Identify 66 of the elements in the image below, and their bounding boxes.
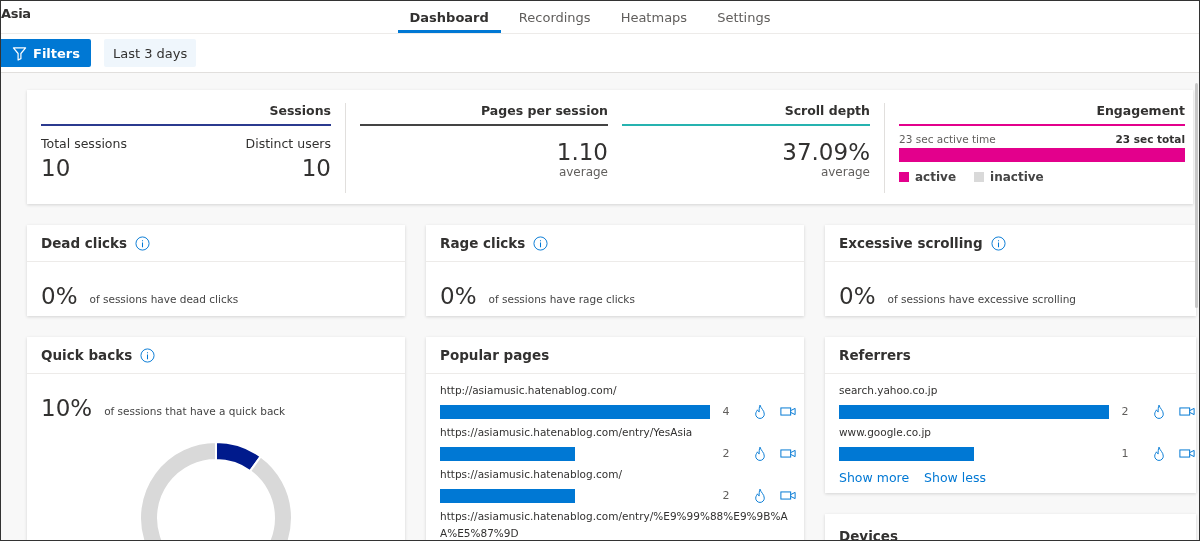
video-camera-icon[interactable]: [780, 406, 796, 417]
section-title: Engagement: [1095, 103, 1185, 120]
flame-icon[interactable]: [754, 445, 766, 462]
active-time: 23 sec active time: [899, 133, 996, 145]
project-name: Asia: [1, 5, 32, 21]
metric-value: 10%: [41, 395, 93, 421]
metric-description: of sessions have excessive scrolling: [887, 293, 1076, 305]
stat-value: 10: [41, 155, 72, 181]
page-url[interactable]: https://asiamusic.hatenablog.com/entry/YesAsia: [440, 424, 800, 441]
metric-value: 0%: [839, 283, 876, 309]
count-value: 1: [1120, 447, 1130, 460]
section-title: Scroll depth: [783, 103, 870, 120]
metric-description: of sessions that have a quick back: [104, 405, 286, 417]
flame-icon[interactable]: [754, 487, 766, 504]
card-title: Excessive scrolling: [839, 235, 983, 251]
nav-tab[interactable]: Heatmaps: [608, 1, 700, 33]
nav-tab[interactable]: Dashboard: [397, 1, 501, 33]
stat-label: Distinct users: [245, 136, 331, 151]
stat-value: 1.10: [555, 139, 608, 165]
filter-icon: [12, 45, 27, 61]
date-range-button[interactable]: Last 3 days: [104, 39, 197, 67]
card-title: Rage clicks: [440, 235, 526, 251]
card-title: Dead clicks: [41, 235, 128, 251]
card-title: Referrers: [839, 347, 911, 363]
scrollbar[interactable]: [1195, 83, 1198, 308]
filters-button[interactable]: Filters: [1, 39, 91, 67]
nav-tab[interactable]: Settings: [705, 1, 783, 33]
stat-value: 10: [300, 155, 331, 181]
page-url[interactable]: https://asiamusic.hatenablog.com/entry/%E9%99%88%E9%9B%AA%E5%87%9D: [440, 508, 800, 540]
info-icon[interactable]: [140, 347, 156, 363]
video-camera-icon[interactable]: [1179, 406, 1195, 417]
total-time: 23 sec total: [1115, 133, 1185, 145]
video-camera-icon[interactable]: [780, 448, 796, 459]
referrer-url[interactable]: search.yahoo.co.jp: [839, 382, 1192, 399]
metric-value: 0%: [440, 283, 477, 309]
legend-label: inactive: [990, 170, 1044, 184]
stat-label: Total sessions: [41, 136, 127, 151]
count-value: 2: [721, 447, 731, 460]
metric-description: of sessions have rage clicks: [488, 293, 635, 305]
video-camera-icon[interactable]: [1179, 448, 1195, 459]
count-value: 4: [721, 405, 731, 418]
show-less-link[interactable]: Show less: [924, 470, 986, 485]
section-title: Pages per session: [480, 103, 608, 120]
metric-value: 0%: [41, 283, 78, 309]
stat-caption: average: [557, 165, 608, 179]
flame-icon[interactable]: [1153, 403, 1165, 420]
section-title: Sessions: [268, 103, 331, 120]
info-icon[interactable]: [135, 235, 151, 251]
card-title: Quick backs: [41, 347, 133, 363]
nav-tab[interactable]: Recordings: [506, 1, 603, 33]
stat-value: 37.09%: [781, 139, 870, 165]
referrer-url[interactable]: www.google.co.jp: [839, 424, 1192, 441]
page-url[interactable]: https://asiamusic.hatenablog.com/: [440, 466, 800, 483]
card-title: Popular pages: [440, 347, 550, 363]
info-icon[interactable]: [533, 235, 549, 251]
metric-description: of sessions have dead clicks: [89, 293, 239, 305]
page-url[interactable]: http://asiamusic.hatenablog.com/: [440, 382, 800, 399]
legend-label: active: [915, 170, 957, 184]
flame-icon[interactable]: [1153, 445, 1165, 462]
flame-icon[interactable]: [754, 403, 766, 420]
stat-caption: average: [819, 165, 870, 179]
info-icon[interactable]: [990, 235, 1006, 251]
show-more-link[interactable]: Show more: [839, 470, 910, 485]
video-camera-icon[interactable]: [780, 490, 796, 501]
count-value: 2: [1120, 405, 1130, 418]
count-value: 2: [721, 489, 731, 502]
